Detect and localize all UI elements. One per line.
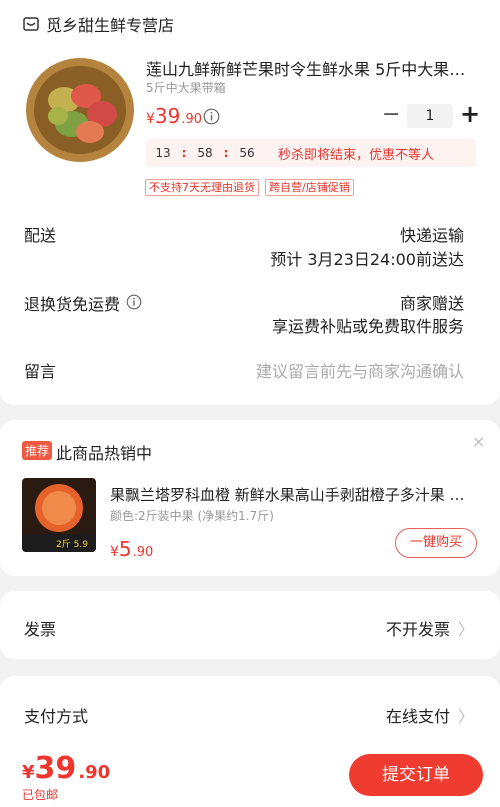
delivery-estimate: 预计 3月23日24:00前送达 [270,250,464,269]
store-header[interactable]: 觅乡甜生鲜专营店 [22,12,174,36]
returns-gift: 商家赠送 [399,294,464,313]
submit-order-button[interactable]: 提交订单 [349,754,483,796]
countdown-seconds: 56 [239,146,255,160]
quantity-field[interactable]: 1 [407,104,453,128]
price-decimal: .90 [132,545,154,560]
invoice-value: 不开发票 [385,620,450,639]
product-spec: 5斤中大果带箱 [146,81,226,95]
payment-selector[interactable]: 在线支付 〉 [386,703,474,727]
payment-value: 在线支付 [385,707,450,726]
blood-orange-picture: 2斤 5.9 [22,478,96,552]
total-price: ¥ 39 .90 [22,751,110,786]
message-input[interactable]: 建议留言前先与商家沟通确认 [256,358,464,382]
product-image[interactable] [24,52,136,164]
returns-label: 退换货免运费 [24,295,121,314]
close-icon[interactable]: × [472,432,485,451]
countdown-hours: 13 [155,146,171,160]
message-label: 留言 [24,362,57,381]
product-price: ¥ 39 .90 [146,104,202,128]
total-decimal: .90 [78,762,111,783]
payment-label: 支付方式 [24,707,89,726]
recommend-price: ¥ 5 .90 [110,537,153,561]
countdown-text: 秒杀即将结束，优惠不等人 [278,147,435,163]
image-caption: 2斤 5.9 [56,539,88,550]
total-integer: 39 [34,751,77,786]
delivery-method[interactable]: 快递运输 [400,222,464,246]
help-icon[interactable] [126,294,142,310]
returns-desc: 享运费补贴或免费取件服务 [271,317,464,336]
promotion-tag: 跨自营/店铺促销 [265,179,354,196]
store-icon [23,17,39,31]
recommend-product-spec: 颜色:2斤装中果 (净果约1.7斤) [110,509,274,523]
store-name: 觅乡甜生鲜专营店 [46,16,175,35]
recommend-product-name[interactable]: 果飘兰塔罗科血橙 新鲜水果高山手剥甜橙子多汁果 2斤装中果 [110,484,470,505]
no-return-tag: 不支持7天无理由退货 [145,179,259,196]
recommend-badge: 推荐 [22,441,53,460]
quantity-minus-button[interactable]: − [382,104,400,126]
flash-sale-countdown: 13 : 58 : 56 秒杀即将结束，优惠不等人 [146,139,476,167]
invoice-selector[interactable]: 不开发票 〉 [386,616,474,640]
price-integer: 39 [154,104,181,128]
delivery-label: 配送 [24,226,57,245]
chevron-right-icon: 〉 [457,620,474,639]
info-icon[interactable] [203,108,220,125]
countdown-separator: : [181,146,187,160]
total-symbol: ¥ [22,762,35,783]
product-title[interactable]: 莲山九鲜新鲜芒果时令生鲜水果 5斤中大果带箱 [146,56,476,80]
one-click-buy-button[interactable]: 一键购买 [395,528,477,558]
price-symbol: ¥ [146,111,155,127]
chevron-right-icon: 〉 [457,707,474,726]
recommend-product-image[interactable]: 2斤 5.9 [22,478,96,552]
quantity-plus-button[interactable]: + [460,101,480,127]
countdown-separator: : [223,146,229,160]
invoice-label: 发票 [24,620,57,639]
price-symbol: ¥ [110,544,119,560]
price-integer: 5 [118,537,132,561]
free-shipping-text: 已包邮 [22,788,59,802]
price-decimal: .90 [181,112,203,127]
recommend-title: 此商品热销中 [56,444,153,463]
countdown-minutes: 58 [197,146,213,160]
